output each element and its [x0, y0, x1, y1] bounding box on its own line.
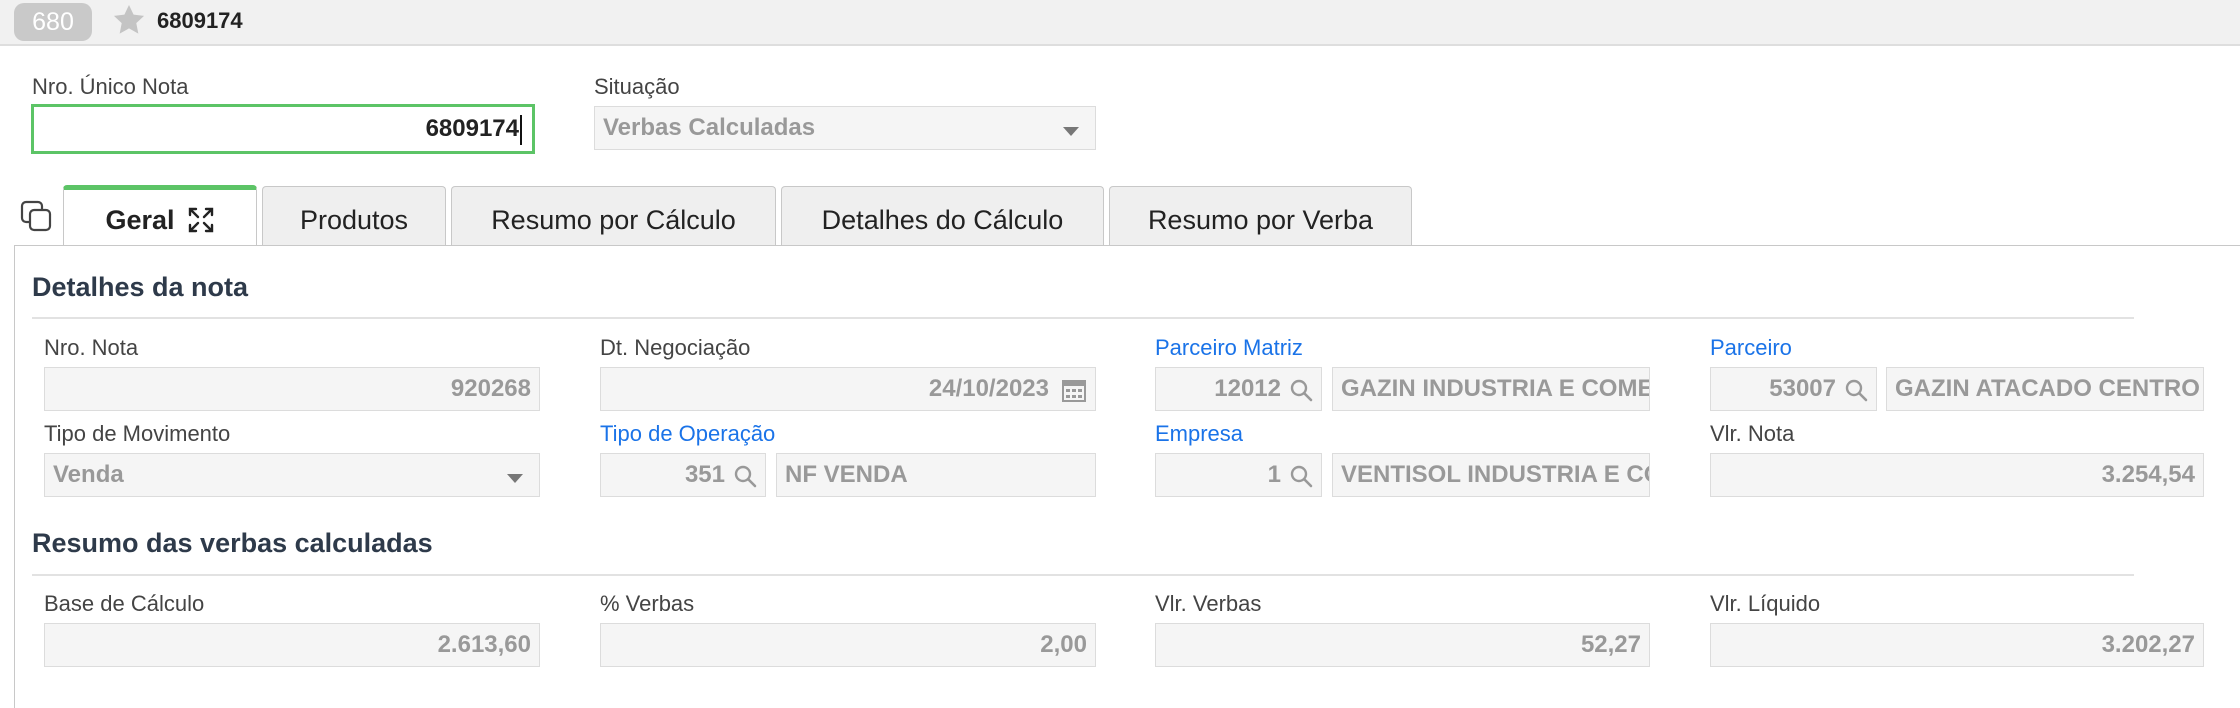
nro-unico-label: Nro. Único Nota — [32, 74, 189, 99]
parceiro-matriz-name: GAZIN INDUSTRIA E COMERCIO — [1341, 375, 1650, 402]
chevron-down-icon — [507, 474, 523, 483]
tipo-movimento-label: Tipo de Movimento — [44, 421, 231, 446]
calendar-icon[interactable] — [1061, 377, 1087, 403]
tab-geral[interactable]: Geral — [63, 185, 257, 247]
search-icon[interactable] — [1289, 378, 1313, 402]
parceiro-label[interactable]: Parceiro — [1710, 335, 1792, 361]
tab-label: Geral — [105, 205, 175, 235]
section-title-detalhes: Detalhes da nota — [32, 272, 249, 302]
dt-negociacao-field: 24/10/2023 — [600, 367, 1096, 411]
parceiro-matriz-label[interactable]: Parceiro Matriz — [1155, 335, 1303, 361]
vlr-nota-field: 3.254,54 — [1710, 453, 2204, 497]
tab-produtos[interactable]: Produtos — [262, 186, 446, 246]
tipo-operacao-code: 351 — [684, 461, 725, 488]
empresa-name: VENTISOL INDUSTRIA E COMERCIO — [1341, 461, 1649, 488]
tipo-operacao-code-field[interactable]: 351 — [600, 453, 766, 497]
parceiro-name-field: GAZIN ATACADO CENTRO — [1886, 367, 2204, 411]
parceiro-code: 53007 — [1769, 375, 1836, 402]
vlr-liquido-field: 3.202,27 — [1710, 623, 2204, 667]
dt-negociacao-label: Dt. Negociação — [600, 335, 751, 360]
vlr-liquido-label: Vlr. Líquido — [1710, 591, 1821, 616]
section-divider — [32, 317, 2134, 319]
parceiro-code-field[interactable]: 53007 — [1710, 367, 1877, 411]
tab-resumo-por-verba[interactable]: Resumo por Verba — [1109, 186, 1412, 246]
situacao-value: Verbas Calculadas — [603, 114, 816, 141]
tab-detalhes-do-calculo[interactable]: Detalhes do Cálculo — [781, 186, 1104, 246]
nro-unico-input[interactable]: 6809174 — [31, 104, 535, 154]
record-header-bar: 680 6809174 — [0, 0, 2240, 46]
parceiro-matriz-code: 12012 — [1214, 375, 1281, 402]
nro-nota-label: Nro. Nota — [44, 335, 139, 360]
base-calculo-label: Base de Cálculo — [44, 591, 205, 616]
vlr-verbas-label: Vlr. Verbas — [1155, 591, 1262, 616]
text-cursor — [520, 114, 522, 145]
search-icon[interactable] — [1844, 378, 1868, 402]
vlr-verbas-value: 52,27 — [1580, 631, 1641, 658]
favorite-star-icon[interactable] — [110, 0, 148, 40]
nro-nota-field: 920268 — [44, 367, 540, 411]
section-title-resumo: Resumo das verbas calculadas — [32, 528, 433, 558]
base-calculo-value: 2.613,60 — [437, 631, 531, 658]
tipo-movimento-select[interactable]: Venda — [44, 453, 540, 497]
empresa-name-field: VENTISOL INDUSTRIA E COMERCIO — [1332, 453, 1650, 497]
tab-resumo-por-calculo[interactable]: Resumo por Cálculo — [451, 186, 776, 246]
nro-unico-value: 6809174 — [425, 115, 519, 142]
nro-nota-value: 920268 — [450, 375, 531, 402]
vlr-nota-label: Vlr. Nota — [1710, 421, 1795, 446]
pct-verbas-label: % Verbas — [600, 591, 695, 616]
section-divider — [32, 574, 2134, 576]
chevron-down-icon — [1063, 127, 1079, 136]
situacao-label: Situação — [594, 74, 680, 99]
vlr-verbas-field: 52,27 — [1155, 623, 1650, 667]
empresa-code-field[interactable]: 1 — [1155, 453, 1322, 497]
search-icon[interactable] — [733, 464, 757, 488]
copy-icon[interactable] — [20, 200, 54, 234]
parceiro-matriz-code-field[interactable]: 12012 — [1155, 367, 1322, 411]
empresa-code: 1 — [1267, 461, 1281, 488]
base-calculo-field: 2.613,60 — [44, 623, 540, 667]
vlr-nota-value: 3.254,54 — [2101, 461, 2195, 488]
pct-verbas-value: 2,00 — [1040, 631, 1087, 658]
search-icon[interactable] — [1289, 464, 1313, 488]
empresa-label[interactable]: Empresa — [1155, 421, 1243, 447]
tipo-operacao-name: NF VENDA — [785, 461, 908, 488]
record-title: 6809174 — [157, 8, 243, 33]
tipo-operacao-name-field: NF VENDA — [776, 453, 1096, 497]
vlr-liquido-value: 3.202,27 — [2101, 631, 2195, 658]
tipo-movimento-value: Venda — [53, 461, 124, 488]
dt-negociacao-value: 24/10/2023 — [928, 375, 1049, 402]
tipo-operacao-label[interactable]: Tipo de Operação — [600, 421, 775, 447]
expand-icon[interactable] — [187, 206, 215, 234]
parceiro-name: GAZIN ATACADO CENTRO — [1895, 375, 2200, 402]
record-count-badge: 680 — [14, 3, 92, 41]
situacao-select[interactable]: Verbas Calculadas — [594, 106, 1096, 150]
parceiro-matriz-name-field: GAZIN INDUSTRIA E COMERCIO — [1332, 367, 1650, 411]
pct-verbas-field: 2,00 — [600, 623, 1096, 667]
